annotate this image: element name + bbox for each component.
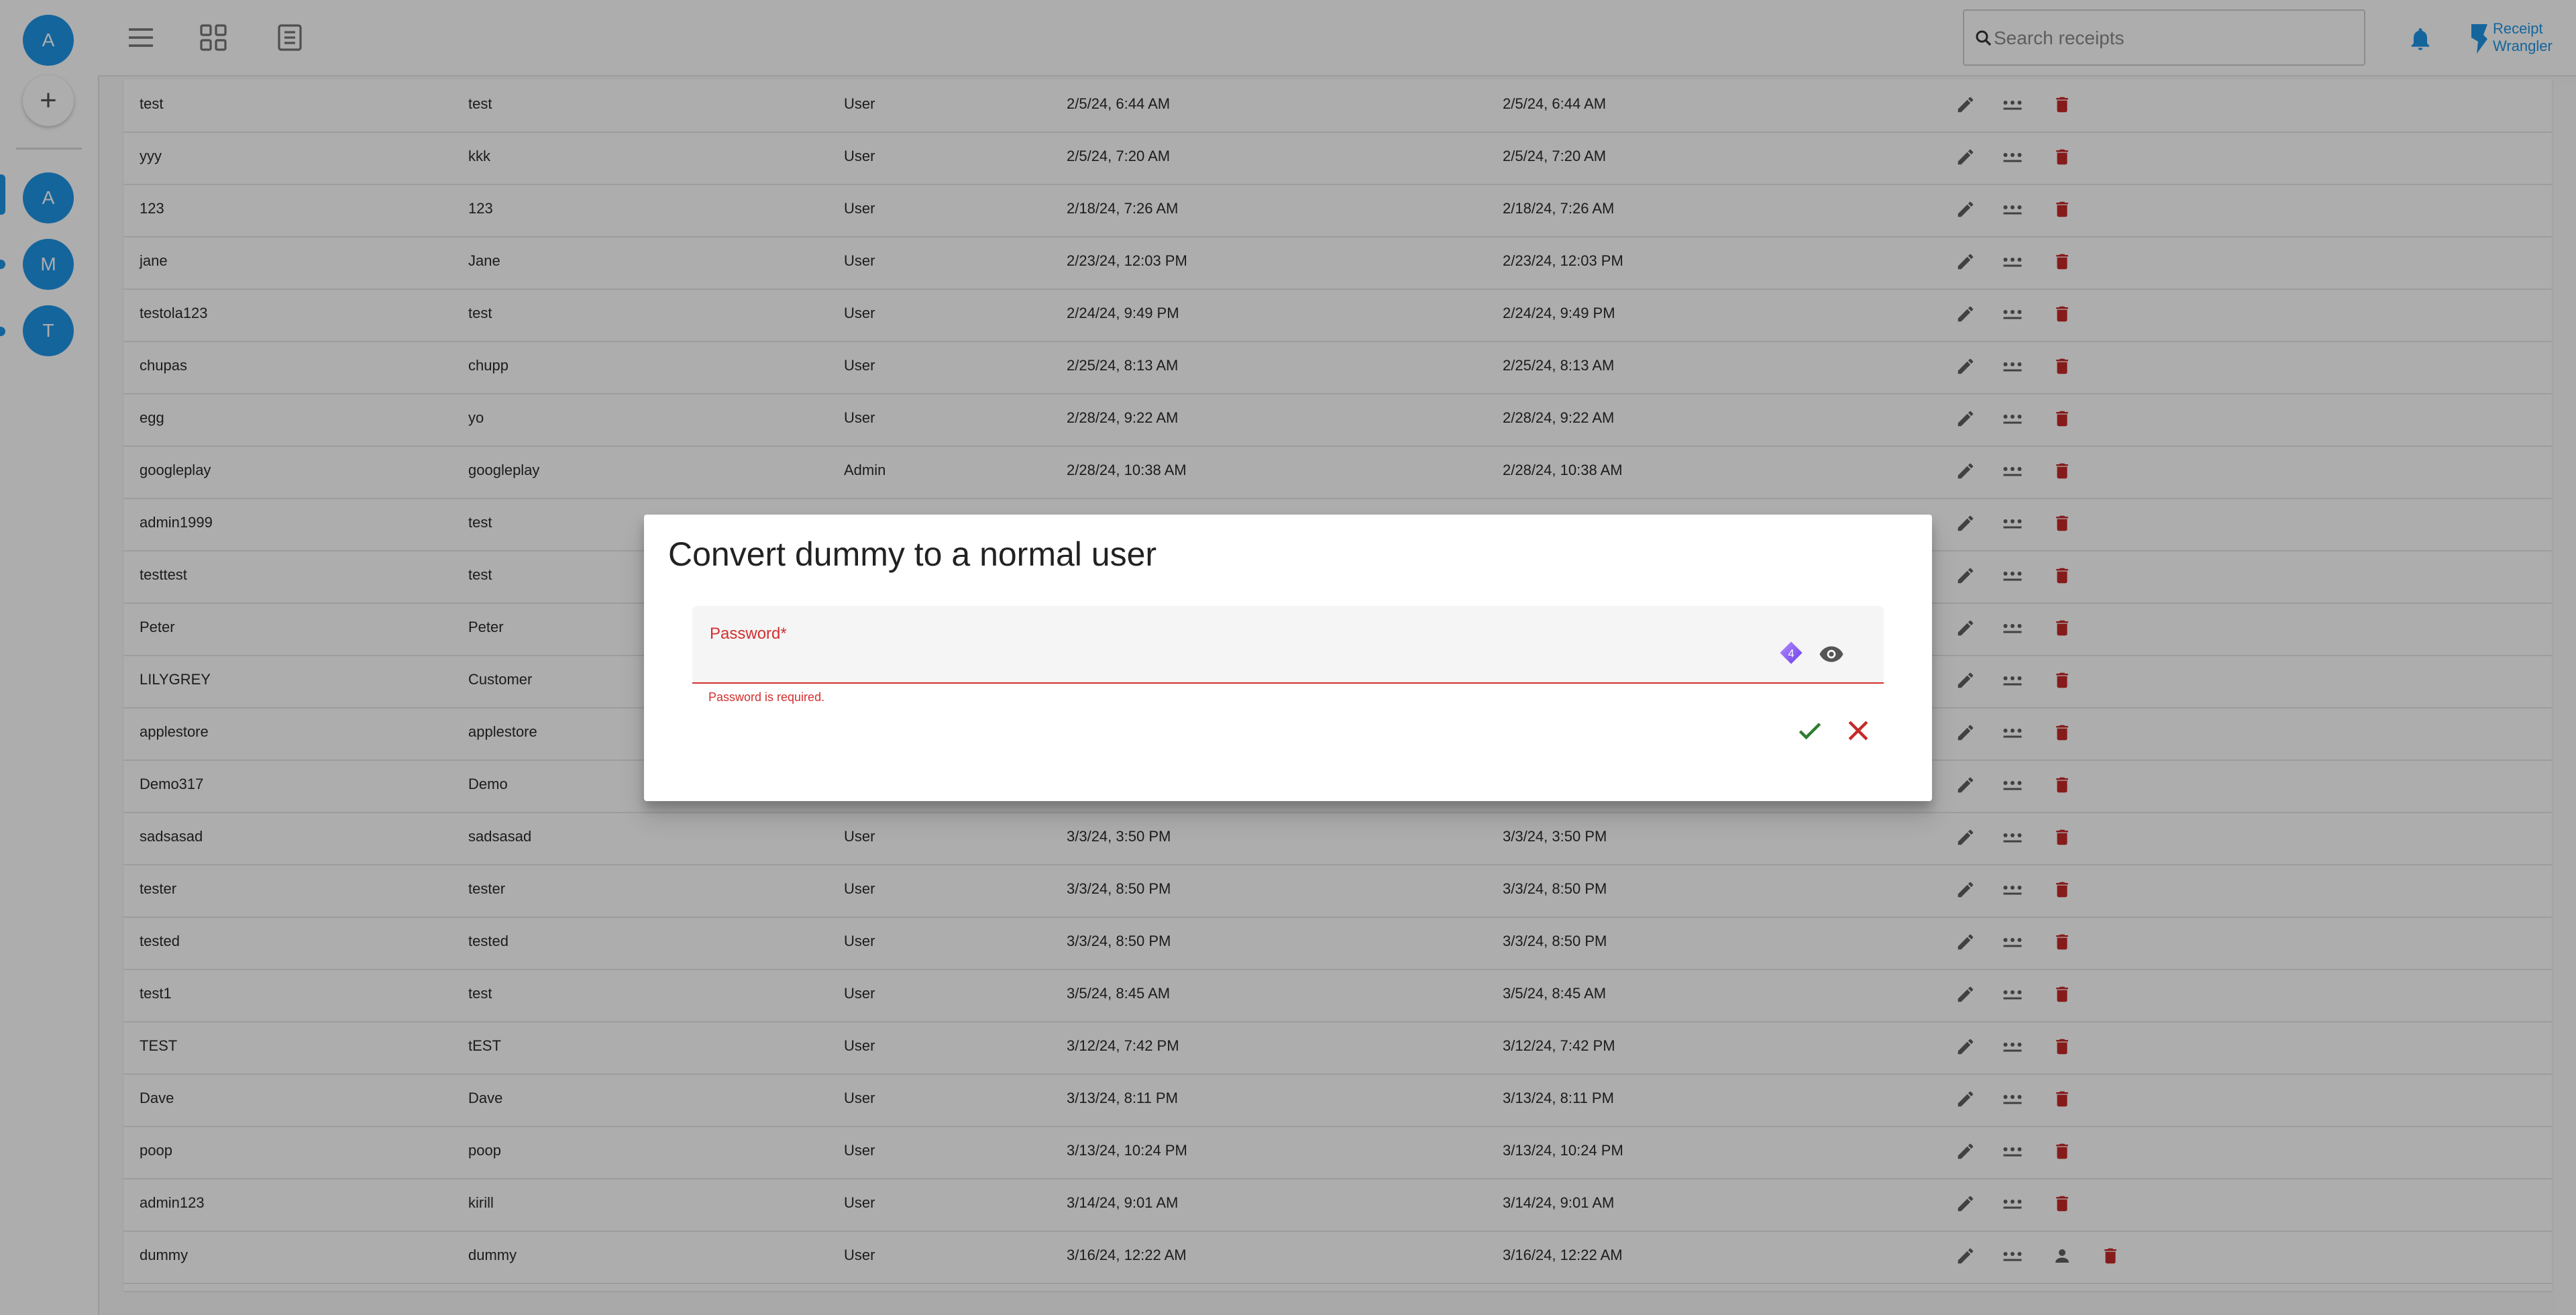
show-password-eye-icon[interactable] [1818,641,1845,668]
password-label: Password* [710,625,787,643]
dialog-title: Convert dummy to a normal user [668,535,1157,573]
password-error-text: Password is required. [708,690,825,704]
required-marker: * [780,625,787,643]
password-label-text: Password [710,625,781,643]
password-manager-icon[interactable]: 4 [1778,639,1805,666]
cancel-close-button[interactable] [1843,716,1873,745]
convert-dummy-dialog: Convert dummy to a normal user Password*… [644,515,1932,801]
password-field[interactable]: Password* 4 [692,606,1884,684]
password-manager-count: 4 [1788,647,1794,660]
confirm-check-button[interactable] [1795,716,1825,745]
password-input[interactable] [710,647,1786,676]
